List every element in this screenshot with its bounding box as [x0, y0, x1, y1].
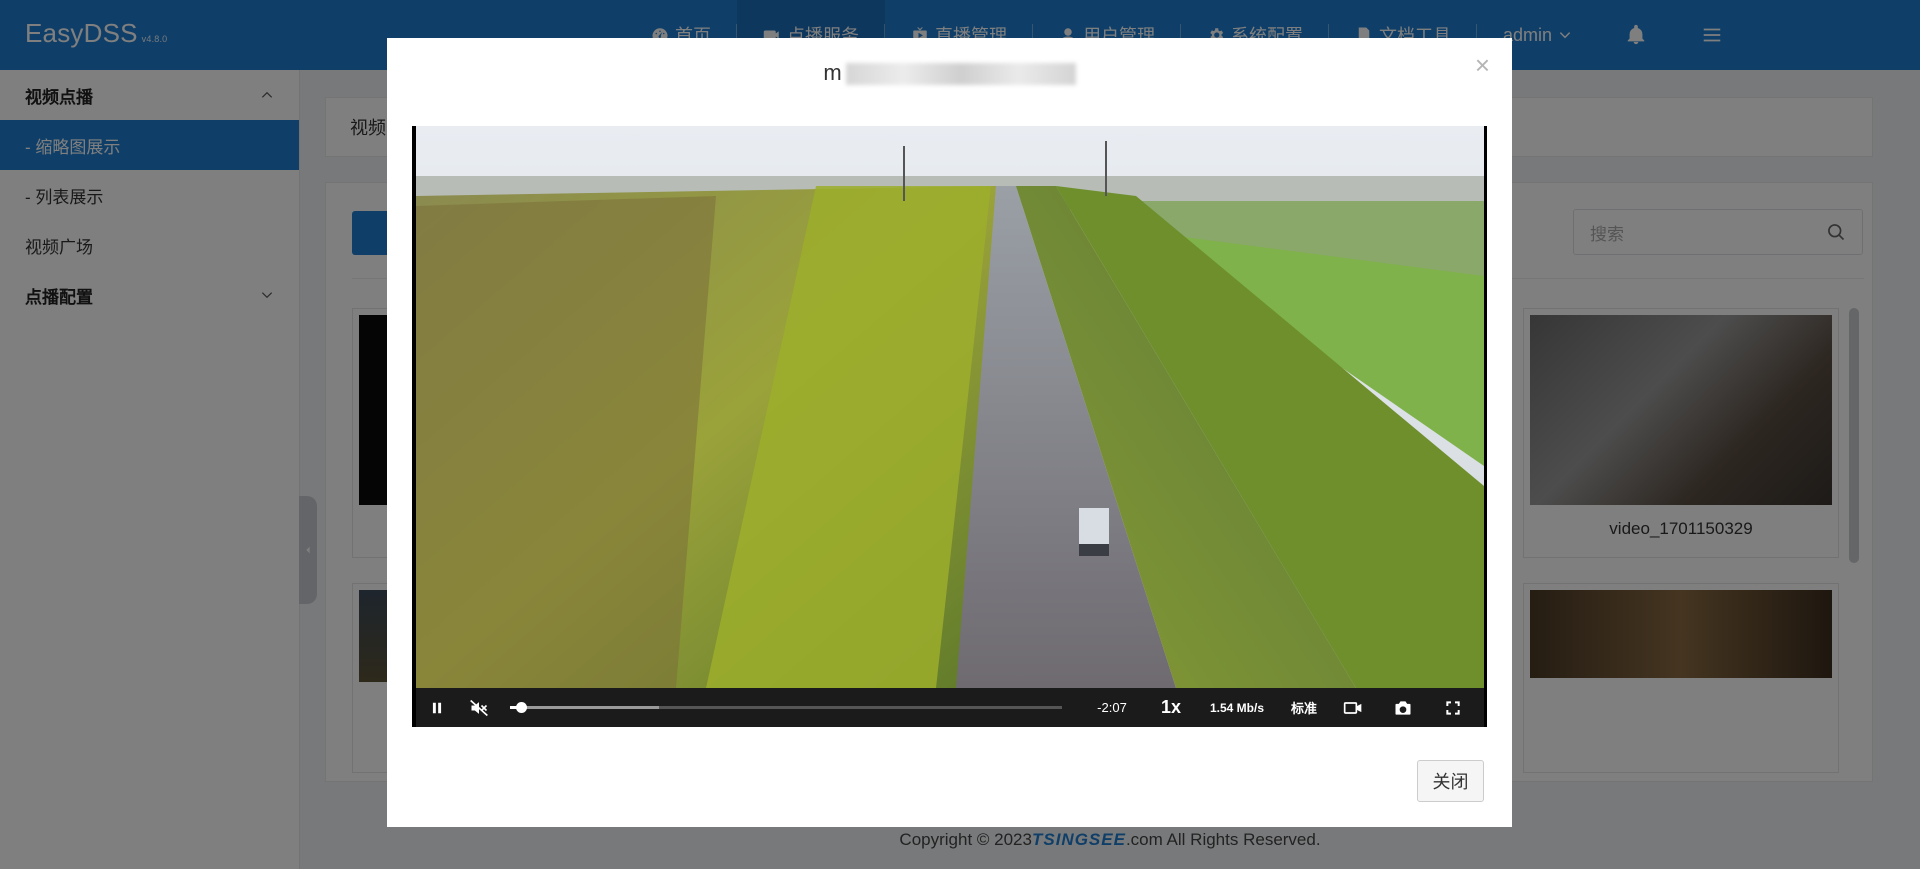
video-player[interactable]: -2:07 1x 1.54 Mb/s 标准 [412, 126, 1487, 727]
player-controls: -2:07 1x 1.54 Mb/s 标准 [416, 688, 1484, 727]
snapshot-button[interactable] [1378, 688, 1428, 727]
video-player-dialog: m × -2:07 1x 1.54 Mb/s 标准 关闭 [387, 38, 1512, 827]
fullscreen-button[interactable] [1428, 688, 1478, 727]
pause-icon [432, 702, 442, 713]
camera-icon [1395, 700, 1411, 715]
dialog-title: m [387, 60, 1512, 86]
progress-buffered [510, 706, 660, 709]
progress-bar[interactable] [510, 702, 1062, 713]
record-button[interactable] [1328, 688, 1378, 727]
volume-muted-icon [470, 699, 488, 716]
progress-handle[interactable] [516, 702, 528, 713]
dialog-title-text: m [823, 60, 842, 85]
pause-button[interactable] [416, 688, 458, 727]
playback-speed-button[interactable]: 1x [1148, 688, 1194, 727]
mute-button[interactable] [458, 688, 500, 727]
close-icon[interactable]: × [1475, 52, 1490, 78]
redacted-title [845, 63, 1076, 86]
record-video-icon [1343, 701, 1362, 714]
time-remaining: -2:07 [1097, 700, 1127, 715]
close-button[interactable]: 关闭 [1417, 760, 1484, 802]
quality-button[interactable]: 标准 [1280, 688, 1328, 727]
video-frame [416, 126, 1484, 688]
bitrate-display: 1.54 Mb/s [1209, 700, 1265, 715]
fullscreen-icon [1446, 700, 1460, 715]
